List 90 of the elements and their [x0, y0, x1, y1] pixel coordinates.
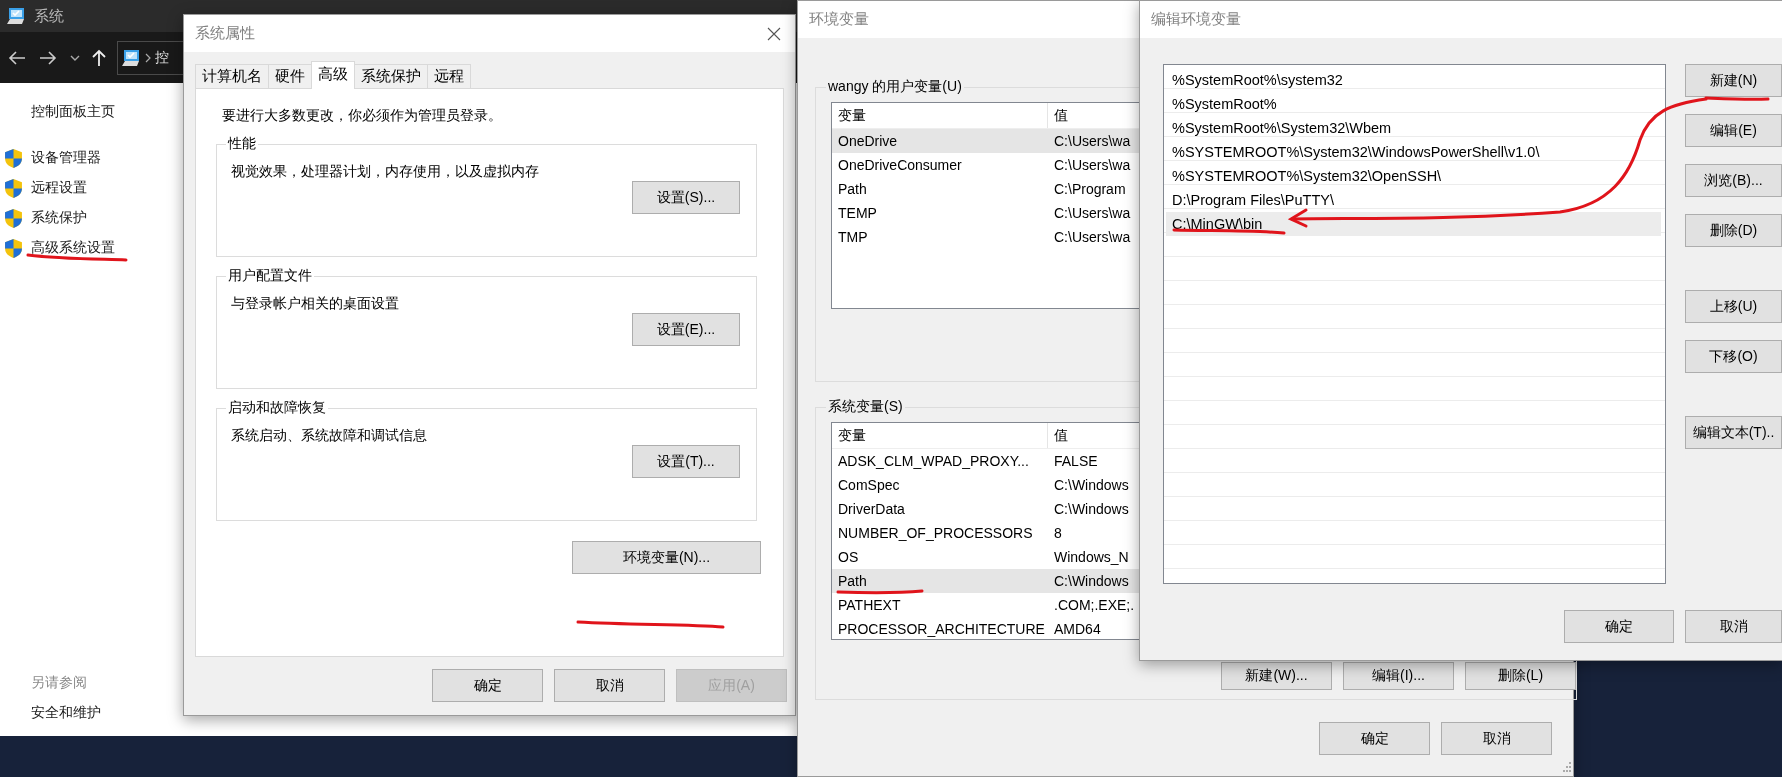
section-heading: 另请参阅 — [31, 674, 87, 692]
variable-name: OS — [838, 549, 859, 565]
variable-value: C:\Users\wa — [1053, 133, 1131, 149]
tab[interactable]: 远程 — [427, 64, 471, 88]
variable-name: NUMBER_OF_PROCESSORS — [838, 525, 1033, 541]
sidebar-link[interactable]: 安全和维护 — [31, 704, 101, 722]
dialog-button[interactable]: 确定 — [1319, 722, 1430, 755]
back-arrow-icon[interactable] — [7, 48, 27, 67]
variable-name: DriverData — [838, 501, 905, 517]
variable-name: Path — [838, 181, 867, 197]
settings-button[interactable]: 设置(E)... — [632, 313, 740, 346]
sidebar-link[interactable]: 系统保护 — [31, 209, 87, 227]
dialog-title: 编辑环境变量 — [1151, 10, 1241, 29]
dialog-button[interactable]: 编辑(I)... — [1343, 662, 1454, 690]
path-entry[interactable]: %SystemRoot%\system32 — [1166, 68, 1661, 92]
path-list[interactable]: %SystemRoot%\system32 %SystemRoot% %SystemRoot%\System32\Wbem %SYSTEMROOT%\System32\WindowsPowerShell\v1.0\ %SYSTEMROOT%\System32\OpenSSH\ D:\Program Files\PuTTY\ C:\MinGW\bin — [1163, 64, 1666, 584]
dialog-title: 环境变量 — [809, 10, 869, 29]
variable-value: C:\Users\wa — [1053, 229, 1131, 245]
chevron-right-icon — [144, 52, 152, 63]
variable-value: C:\Windows — [1053, 573, 1129, 589]
variable-value: C:\Users\wa — [1053, 157, 1131, 173]
sidebar-link[interactable]: 高级系统设置 — [31, 239, 115, 257]
variable-name: OneDrive — [838, 133, 898, 149]
variable-name: PROCESSOR_ARCHITECTURE — [838, 621, 1045, 637]
column-header[interactable]: 变量 — [832, 103, 1048, 128]
computer-icon — [6, 7, 26, 25]
resize-grip-icon[interactable] — [1561, 762, 1571, 772]
dialog-button[interactable]: 上移(U) — [1685, 290, 1782, 323]
tab[interactable]: 计算机名 — [195, 64, 269, 88]
dialog-button[interactable]: 编辑文本(T).. — [1685, 416, 1782, 449]
up-arrow-icon[interactable] — [92, 48, 106, 67]
variable-value: C:\Program — [1053, 181, 1126, 197]
column-header[interactable]: 值 — [1048, 426, 1068, 445]
shield-icon — [5, 178, 22, 198]
info-text: 要进行大多数更改，你必须作为管理员登录。 — [222, 107, 503, 125]
shield-icon — [5, 148, 22, 168]
column-header[interactable]: 值 — [1048, 106, 1068, 125]
variable-name: TEMP — [838, 205, 877, 221]
dialog-button[interactable]: 取消 — [1685, 610, 1782, 643]
sidebar-link[interactable]: 远程设置 — [31, 179, 87, 197]
variable-name: PATHEXT — [838, 597, 901, 613]
variable-value: AMD64 — [1053, 621, 1101, 637]
window-title: 系统 — [34, 6, 64, 26]
dialog-title: 系统属性 — [195, 24, 255, 43]
dialog-button[interactable]: 浏览(B)... — [1685, 164, 1782, 197]
sidebar-link[interactable]: 控制面板主页 — [31, 103, 115, 121]
sidebar-link[interactable]: 设备管理器 — [31, 149, 101, 167]
dialog-button[interactable]: 新建(W)... — [1221, 662, 1332, 690]
dialog-button[interactable]: 取消 — [1441, 722, 1552, 755]
shield-icon — [5, 238, 22, 258]
variable-value: 8 — [1053, 525, 1062, 541]
variable-value: C:\Windows — [1053, 477, 1129, 493]
settings-button[interactable]: 设置(S)... — [632, 181, 740, 214]
dialog-button[interactable]: 删除(D) — [1685, 214, 1782, 247]
variable-value: Windows_N — [1053, 549, 1129, 565]
variable-value: .COM;.EXE;. — [1053, 597, 1135, 613]
dialog-button[interactable]: 确定 — [1564, 610, 1675, 643]
dialog-button[interactable]: 新建(N) — [1685, 64, 1782, 97]
group-description: 系统启动、系统故障和调试信息 — [231, 427, 428, 445]
settings-button[interactable]: 设置(T)... — [632, 445, 740, 478]
dialog-button[interactable]: 编辑(E) — [1685, 114, 1782, 147]
group-title: 用户配置文件 — [227, 267, 313, 285]
variable-value: FALSE — [1053, 453, 1098, 469]
breadcrumb[interactable]: 控 — [155, 48, 169, 67]
group-title: wangy 的用户变量(U) — [827, 78, 963, 96]
path-entry[interactable]: C:\MinGW\bin — [1166, 212, 1661, 236]
column-header[interactable]: 变量 — [832, 423, 1048, 448]
annotation-underline — [1704, 96, 1770, 101]
variable-value: C:\Users\wa — [1053, 205, 1131, 221]
group-title: 性能 — [226, 135, 257, 153]
variable-name: Path — [838, 573, 867, 589]
dialog-button[interactable]: 确定 — [432, 669, 543, 702]
tab[interactable]: 高级 — [311, 61, 355, 89]
group-title: 启动和故障恢复 — [227, 399, 327, 417]
shield-icon — [5, 208, 22, 228]
group-description: 与登录帐户相关的桌面设置 — [231, 295, 400, 313]
variable-value: C:\Windows — [1053, 501, 1129, 517]
environment-variables-button[interactable]: 环境变量(N)... — [572, 541, 761, 574]
computer-icon — [121, 48, 141, 67]
group-description: 视觉效果，处理器计划，内存使用，以及虚拟内存 — [231, 163, 540, 181]
forward-arrow-icon[interactable] — [38, 48, 58, 67]
variable-name: ComSpec — [838, 477, 900, 493]
close-icon[interactable] — [767, 26, 781, 41]
dialog-button[interactable]: 取消 — [554, 669, 665, 702]
variable-name: TMP — [838, 229, 868, 245]
variable-name: OneDriveConsumer — [838, 157, 962, 173]
dialog-button[interactable]: 删除(L) — [1465, 662, 1576, 690]
dialog-button[interactable]: 下移(O) — [1685, 340, 1782, 373]
group-title: 系统变量(S) — [827, 398, 904, 416]
variable-name: ADSK_CLM_WPAD_PROXY... — [838, 453, 1029, 469]
